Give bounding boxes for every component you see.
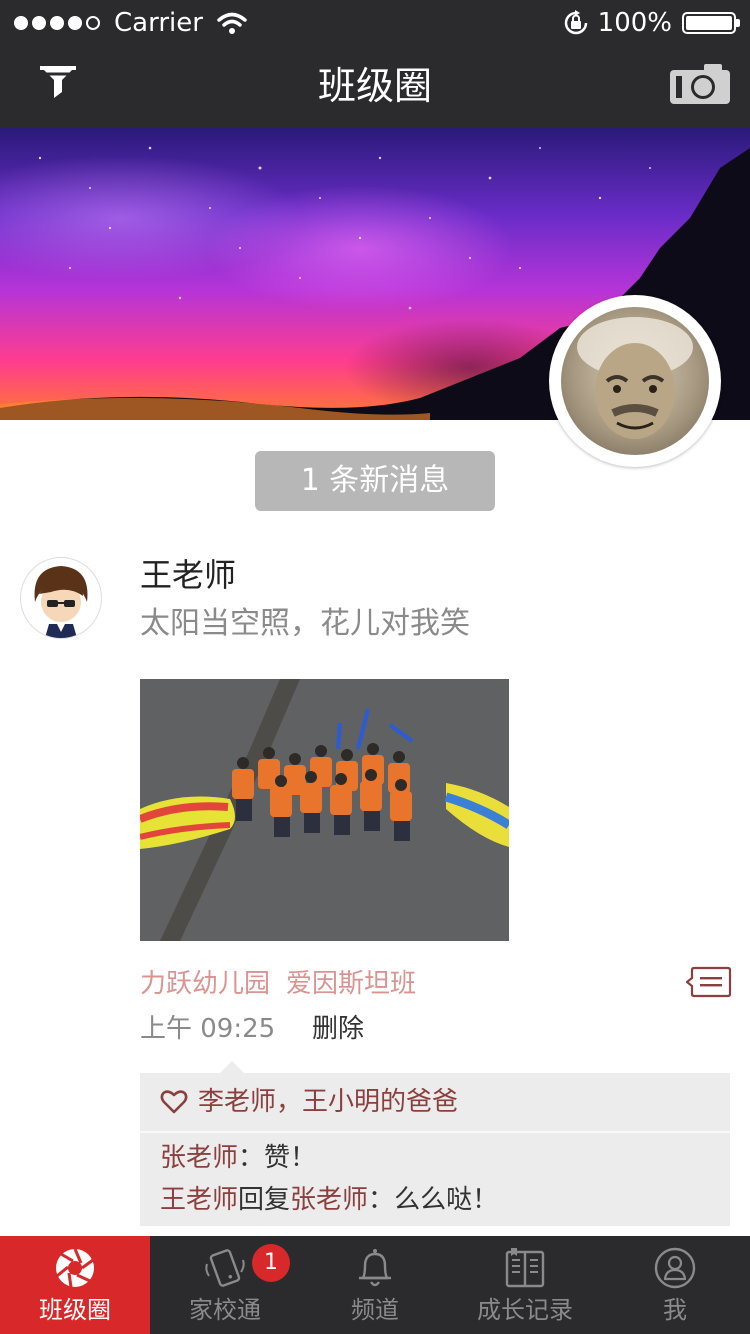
comment-item[interactable]: 王老师回复张老师：么么哒！ — [160, 1180, 498, 1220]
tab-bar: 班级圈 1 家校通 频道 成长记录 我 — [0, 1236, 750, 1334]
comments-box: 张老师：赞！ 王老师回复张老师：么么哒！ — [140, 1133, 730, 1226]
tab-label: 频道 — [351, 1296, 399, 1324]
page-title: 班级圈 — [317, 64, 432, 108]
signal-strength-icon — [14, 16, 100, 30]
comment-text: 赞！ — [264, 1143, 317, 1173]
tab-label: 班级圈 — [39, 1296, 111, 1324]
bell-icon — [359, 1249, 391, 1287]
notification-badge: 1 — [252, 1244, 290, 1282]
nav-bar: 班级圈 — [0, 46, 750, 128]
likes-box: 李老师，王小明的爸爸 — [140, 1073, 730, 1131]
status-left: Carrier — [14, 6, 247, 40]
status-bar: Carrier 100% — [0, 0, 750, 46]
carrier-label: Carrier — [114, 8, 203, 38]
shutter-icon — [56, 1248, 94, 1288]
heart-icon[interactable] — [160, 1088, 188, 1116]
phone-icon — [205, 1249, 245, 1287]
delete-button[interactable]: 删除 — [312, 1010, 364, 1048]
tab-growth-record[interactable]: 成长记录 — [450, 1236, 600, 1334]
likes-names[interactable]: 李老师，王小明的爸爸 — [198, 1081, 458, 1123]
comment-author[interactable]: 王老师 — [160, 1185, 238, 1215]
comment-reply-word: 回复 — [238, 1185, 291, 1215]
comment-item[interactable]: 张老师：赞！ — [160, 1138, 316, 1178]
comment-separator: ： — [238, 1143, 265, 1173]
tab-me[interactable]: 我 — [600, 1236, 750, 1334]
tab-class-circle[interactable]: 班级圈 — [0, 1236, 150, 1334]
user-icon — [654, 1247, 696, 1289]
post-photo[interactable] — [140, 679, 509, 941]
battery-icon — [682, 12, 740, 34]
tag-class[interactable]: 爱因斯坦班 — [286, 964, 416, 1004]
tab-label: 我 — [663, 1296, 687, 1324]
comment-separator: ： — [368, 1185, 395, 1215]
likes-pointer — [220, 1061, 244, 1073]
post-author-name[interactable]: 王老师 — [140, 553, 236, 597]
camera-icon[interactable] — [668, 62, 732, 106]
tab-label: 家校通 — [189, 1296, 261, 1324]
post-text: 太阳当空照，花儿对我笑 — [140, 606, 470, 641]
comment-text: 么么哒！ — [394, 1185, 499, 1215]
comment-icon[interactable] — [686, 966, 732, 1000]
wifi-icon — [217, 12, 247, 34]
author-avatar[interactable] — [20, 557, 102, 639]
status-right: 100% — [562, 6, 740, 40]
new-messages-button[interactable]: 1 条新消息 — [255, 451, 495, 511]
book-icon — [505, 1248, 545, 1288]
comment-author[interactable]: 张老师 — [160, 1143, 238, 1173]
rotation-lock-icon — [564, 10, 587, 35]
tag-school[interactable]: 力跃幼儿园 — [140, 964, 270, 1004]
profile-photo — [561, 307, 709, 455]
tab-label: 成长记录 — [477, 1296, 573, 1324]
comment-reply-to[interactable]: 张老师 — [290, 1185, 368, 1215]
battery-percent: 100% — [597, 8, 672, 38]
post-timestamp: 上午 09:25 — [140, 1014, 276, 1044]
tab-channel[interactable]: 频道 — [300, 1236, 450, 1334]
cover-avatar[interactable] — [549, 295, 721, 467]
tab-home-school[interactable]: 1 家校通 — [150, 1236, 300, 1334]
post-tags: 力跃幼儿园 爱因斯坦班 — [140, 964, 416, 1004]
